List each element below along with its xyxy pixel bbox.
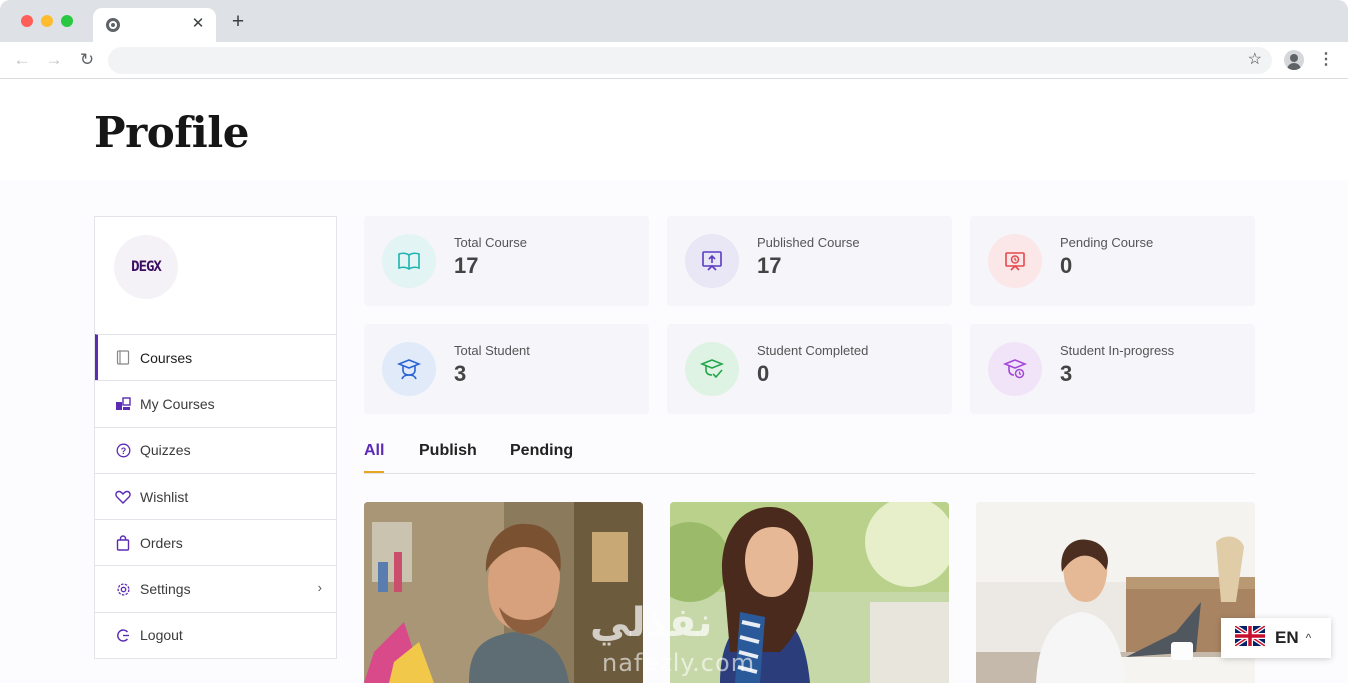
gear-icon [115,581,131,597]
pending-book-icon [988,234,1042,288]
stat-card-student-in-progress: Student In-progress 3 [970,324,1255,414]
stat-value: 0 [1060,253,1073,278]
logout-icon [115,627,131,643]
new-tab-button[interactable]: + [228,11,248,32]
heart-icon [115,489,131,505]
tab-publish[interactable]: Publish [419,442,477,460]
language-switcher[interactable]: EN ^ [1221,618,1331,658]
forward-button[interactable]: → [44,50,64,70]
upload-board-icon [685,234,739,288]
sidebar-item-label: Settings [140,581,191,598]
browser-profile-icon[interactable] [1284,50,1304,70]
address-bar[interactable]: ☆ [108,47,1272,74]
stat-card-published-course: Published Course 17 [667,216,952,306]
chevron-right-icon: › [317,580,322,596]
course-thumbnail[interactable] [976,502,1255,683]
stat-value: 0 [757,361,770,386]
minimize-window-button[interactable] [41,15,53,27]
sidebar-menu: Courses My Courses ? Quizzes Wishlist Or… [95,334,336,658]
sidebar-item-my-courses[interactable]: My Courses [95,380,336,426]
back-button[interactable]: ← [12,50,32,70]
bookmark-star-icon[interactable]: ☆ [1248,50,1262,70]
sidebar-item-logout[interactable]: Logout [95,611,336,658]
browser-tab[interactable]: ✕ [93,8,216,42]
close-tab-icon[interactable]: ✕ [190,15,206,33]
stat-value: 17 [757,253,782,278]
sidebar-item-label: Logout [140,627,183,644]
shopping-bag-icon [115,535,131,551]
active-tab-underline [364,471,384,473]
sidebar-item-courses[interactable]: Courses [95,334,336,381]
language-code: EN [1275,628,1299,647]
watermark-arabic: نفذلي [590,600,713,646]
sidebar-item-label: Orders [140,534,183,551]
stat-label: Student Completed [757,343,869,358]
graduate-icon [382,342,436,396]
stat-label: Total Course [454,235,527,250]
stat-label: Student In-progress [1060,343,1175,358]
browser-tab-bar: ✕ + [0,0,1348,42]
tab-pending[interactable]: Pending [510,442,573,460]
graduate-check-icon [685,342,739,396]
stat-card-total-student: Total Student 3 [364,324,649,414]
sidebar-item-label: My Courses [140,395,215,412]
question-circle-icon: ? [115,442,131,458]
stat-value: 17 [454,253,479,278]
sidebar-item-orders[interactable]: Orders [95,519,336,565]
sidebar-item-settings[interactable]: Settings › [95,565,336,611]
avatar[interactable]: DEGX [114,235,178,299]
course-filter-tabs: All Publish Pending [364,440,1255,474]
sidebar-item-wishlist[interactable]: Wishlist [95,472,336,519]
browser-toolbar: ← → ↻ ☆ ⋮ [0,42,1348,79]
stat-value: 3 [1060,361,1073,386]
stat-label: Pending Course [1060,235,1154,250]
avatar-logo-text: DEGX [131,259,162,275]
stat-card-pending-course: Pending Course 0 [970,216,1255,306]
chrome-icon [106,18,120,32]
stat-card-total-course: Total Course 17 [364,216,649,306]
stat-card-student-completed: Student Completed 0 [667,324,952,414]
reload-button[interactable]: ↻ [77,50,97,70]
book-icon [115,350,131,366]
profile-sidebar: DEGX Courses My Courses ? Quizzes Wishli… [94,216,337,659]
stat-label: Total Student [454,343,530,358]
browser-menu-icon[interactable]: ⋮ [1318,50,1334,70]
tab-all[interactable]: All [364,442,384,460]
sidebar-item-label: Courses [140,349,193,366]
graduate-clock-icon [988,342,1042,396]
courses-icon [115,396,131,412]
sidebar-item-label: Quizzes [140,442,191,459]
uk-flag-icon [1233,623,1267,651]
chevron-up-icon: ^ [1305,631,1312,645]
page-title: Profile [94,108,249,157]
close-window-button[interactable] [21,15,33,27]
stat-label: Published Course [757,235,860,250]
sidebar-item-quizzes[interactable]: ? Quizzes [95,426,336,473]
watermark-latin: nafezly.com [602,649,756,677]
svg-text:?: ? [120,446,126,456]
sidebar-item-label: Wishlist [140,488,189,505]
stat-value: 3 [454,361,467,386]
maximize-window-button[interactable] [61,15,73,27]
open-book-icon [382,234,436,288]
